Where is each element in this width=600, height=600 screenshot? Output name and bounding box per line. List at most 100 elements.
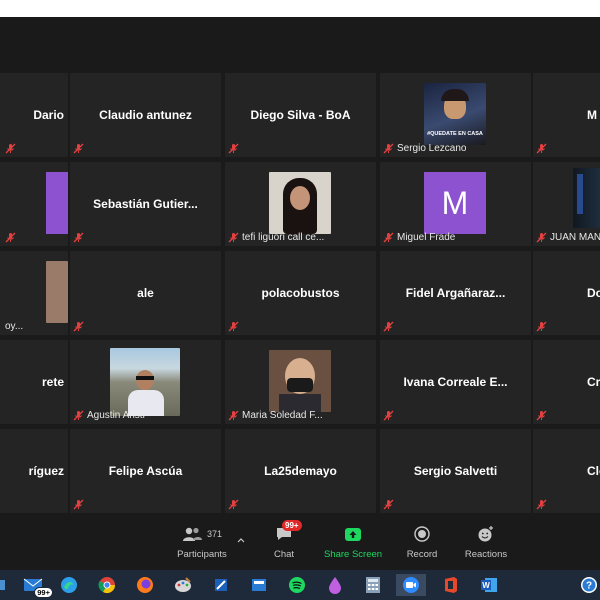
help-icon: ? <box>581 577 597 593</box>
participant-label: Sergio Lezcano <box>383 142 467 155</box>
participant-tile[interactable]: M Miguel Frade <box>380 162 531 246</box>
participants-caret[interactable] <box>234 535 248 546</box>
muted-mic-icon <box>383 232 394 243</box>
share-screen-icon <box>345 527 361 541</box>
participant-tile[interactable]: rete <box>0 340 68 424</box>
taskbar-drop-app[interactable] <box>324 574 346 596</box>
mail-badge: 99+ <box>34 587 53 598</box>
calc-icon <box>252 579 266 591</box>
participant-label <box>536 142 550 155</box>
participant-tile[interactable]: Ivana Correale E... <box>380 340 531 424</box>
participant-name: ríguez <box>28 464 64 478</box>
taskbar-spotify[interactable] <box>286 574 308 596</box>
participant-tile[interactable]: ale <box>70 251 221 335</box>
chat-badge: 99+ <box>282 520 302 531</box>
participant-avatar: M <box>424 172 486 234</box>
word-icon: W <box>481 578 497 592</box>
muted-mic-icon <box>383 143 394 154</box>
participant-label: oy... <box>5 320 23 333</box>
chat-button[interactable]: 99+ Chat <box>266 520 302 560</box>
participant-label: JUAN MAN <box>536 231 600 244</box>
chat-label: Chat <box>273 549 295 560</box>
taskbar-calc-app[interactable] <box>248 574 270 596</box>
muted-mic-icon <box>73 143 84 154</box>
participant-label <box>5 231 19 244</box>
windows-taskbar: 99+ W ? <box>0 570 600 600</box>
participant-label: Agustin Aristi <box>73 409 145 422</box>
participant-photo: #QUEDATE EN CASA <box>424 83 486 145</box>
participant-name: Diego Silva - BoA <box>250 108 351 122</box>
participant-label-text: Miguel Frade <box>397 232 456 243</box>
participant-tile[interactable]: Maria Soledad F... <box>225 340 376 424</box>
muted-mic-icon <box>73 410 84 421</box>
participant-tile[interactable]: ríguez <box>0 429 68 513</box>
participant-name: ale <box>137 286 154 300</box>
participants-icon <box>182 527 202 541</box>
participant-name: Sergio Salvetti <box>413 464 498 478</box>
participant-photo <box>269 172 331 234</box>
office-icon <box>445 577 457 593</box>
participants-button[interactable]: 371 Participants <box>172 523 232 560</box>
muted-mic-icon <box>536 499 547 510</box>
participants-count: 371 <box>206 529 223 539</box>
zoom-icon <box>403 577 419 593</box>
taskbar-help[interactable]: ? <box>578 574 600 596</box>
muted-mic-icon <box>536 321 547 332</box>
muted-mic-icon <box>5 143 16 154</box>
participant-photo <box>46 261 68 323</box>
participant-tile[interactable]: Sergio Salvetti <box>380 429 531 513</box>
record-button[interactable]: Record <box>402 523 442 560</box>
participant-label: Maria Soledad F... <box>228 409 323 422</box>
participant-tile[interactable]: oy... <box>0 251 68 335</box>
taskbar-paint[interactable] <box>172 574 194 596</box>
taskbar-word[interactable]: W <box>478 574 500 596</box>
taskbar-edge-browser[interactable] <box>58 574 80 596</box>
reactions-icon <box>478 526 493 542</box>
taskbar-chrome[interactable] <box>96 574 118 596</box>
participant-label <box>228 320 242 333</box>
participant-tile[interactable]: tefi liguori call ce... <box>225 162 376 246</box>
paint-icon <box>175 577 191 592</box>
muted-mic-icon <box>536 143 547 154</box>
muted-mic-icon <box>228 143 239 154</box>
participant-tile[interactable]: Diego Silva - BoA <box>225 73 376 157</box>
participant-tile[interactable]: Claudio antunez <box>70 73 221 157</box>
participant-tile[interactable]: #QUEDATE EN CASA Sergio Lezcano <box>380 73 531 157</box>
svg-text:?: ? <box>586 581 592 592</box>
muted-mic-icon <box>536 410 547 421</box>
muted-mic-icon <box>228 232 239 243</box>
calculator-icon <box>366 577 380 593</box>
taskbar-zoom[interactable] <box>396 574 426 596</box>
participant-tile[interactable]: M <box>533 73 600 157</box>
participant-name: rete <box>41 375 64 389</box>
participant-tile[interactable]: Cristi <box>533 340 600 424</box>
taskbar-edge-item[interactable] <box>0 574 8 596</box>
participant-tile[interactable]: Fidel Argañaraz... <box>380 251 531 335</box>
taskbar-firefox[interactable] <box>134 574 156 596</box>
chrome-icon <box>98 577 116 594</box>
participant-tile[interactable] <box>0 162 68 246</box>
participant-tile[interactable]: Felipe Ascúa <box>70 429 221 513</box>
taskbar-calculator[interactable] <box>362 574 384 596</box>
reactions-button[interactable]: Reactions <box>462 523 510 560</box>
participant-tile[interactable]: Agustin Aristi <box>70 340 221 424</box>
participant-label <box>228 142 242 155</box>
participant-tile[interactable]: Cloc <box>533 429 600 513</box>
taskbar-office[interactable] <box>440 574 462 596</box>
muted-mic-icon <box>228 321 239 332</box>
participant-tile[interactable]: polacobustos <box>225 251 376 335</box>
participants-label: Participants <box>177 549 227 560</box>
participant-label-text: tefi liguori call ce... <box>242 232 325 243</box>
share-screen-button[interactable]: Share Screen <box>322 523 384 560</box>
participant-tile[interactable]: La25demayo <box>225 429 376 513</box>
participant-tile[interactable]: Dario <box>0 73 68 157</box>
participant-tile[interactable]: Dolor <box>533 251 600 335</box>
participant-label <box>536 409 550 422</box>
participant-label <box>536 498 550 511</box>
participant-tile[interactable]: Sebastián Gutier... <box>70 162 221 246</box>
participant-label-text: Agustin Aristi <box>87 410 145 421</box>
participant-tile[interactable]: JUAN MAN <box>533 162 600 246</box>
taskbar-mail-item[interactable]: 99+ <box>22 574 53 598</box>
taskbar-app-blue[interactable] <box>210 574 232 596</box>
drop-icon <box>329 577 341 594</box>
